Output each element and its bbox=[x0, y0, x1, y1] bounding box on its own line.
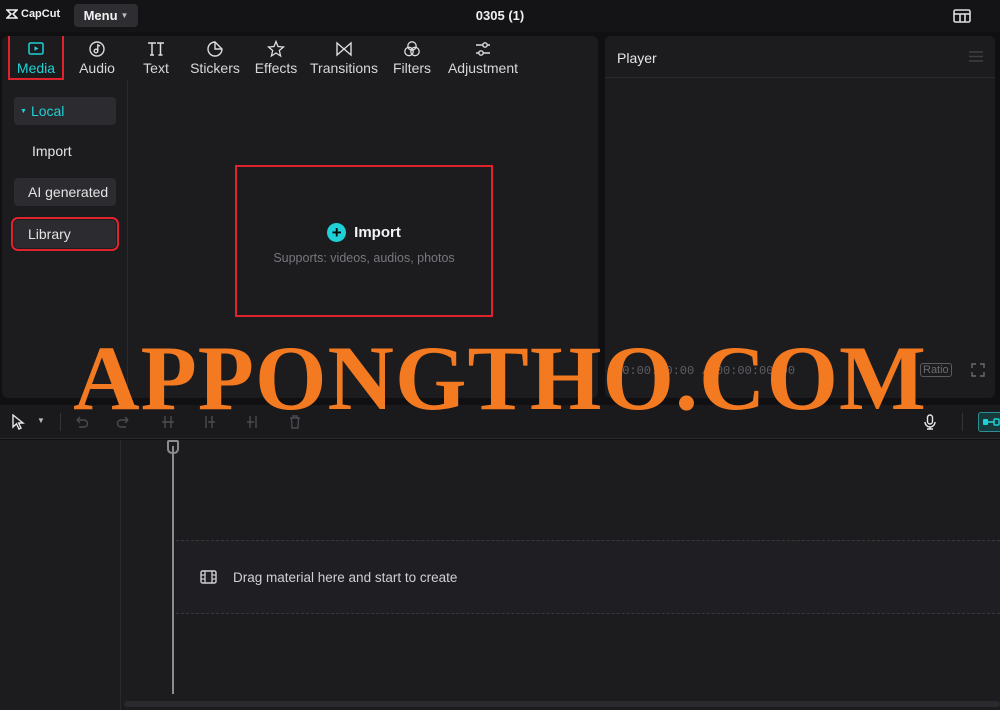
tab-adjustment[interactable]: Adjustment bbox=[440, 36, 526, 80]
tab-stickers[interactable]: Stickers bbox=[182, 36, 248, 80]
link-icon bbox=[983, 418, 1000, 426]
player-panel: Player 00:00:00:00 / 00:00:00:00 Ratio bbox=[605, 36, 995, 398]
horizontal-scrollbar[interactable] bbox=[124, 701, 1000, 707]
redo-icon[interactable] bbox=[116, 414, 132, 430]
import-supported-types: Supports: videos, audios, photos bbox=[273, 251, 455, 265]
brand-name: CapCut bbox=[21, 8, 61, 20]
tab-label: Filters bbox=[392, 60, 432, 76]
divider bbox=[962, 413, 963, 431]
tab-label: Adjustment bbox=[447, 60, 519, 76]
divider bbox=[60, 413, 61, 431]
sidebar-item-import[interactable]: Import bbox=[14, 137, 116, 165]
audio-icon bbox=[88, 40, 106, 58]
hamburger-menu-icon[interactable] bbox=[969, 51, 983, 62]
track-headers bbox=[0, 440, 121, 710]
microphone-icon[interactable] bbox=[922, 414, 938, 430]
player-title: Player bbox=[617, 50, 657, 66]
tab-audio[interactable]: Audio bbox=[64, 36, 130, 80]
ratio-button[interactable]: Ratio bbox=[920, 363, 952, 377]
menu-label: Menu bbox=[83, 8, 118, 23]
film-strip-icon bbox=[200, 570, 217, 584]
divider bbox=[605, 77, 995, 78]
layout-icon[interactable] bbox=[952, 8, 972, 24]
split-icon[interactable] bbox=[160, 414, 176, 430]
sidebar-item-ai-generated[interactable]: AI generated bbox=[14, 178, 116, 206]
text-icon bbox=[147, 40, 165, 58]
media-icon bbox=[27, 40, 45, 58]
import-dropzone[interactable]: + Import Supports: videos, audios, photo… bbox=[235, 165, 493, 317]
capcut-logo-icon bbox=[6, 9, 18, 19]
tab-label: Effects bbox=[254, 60, 298, 76]
transitions-icon bbox=[335, 40, 353, 58]
media-panel: Media Audio Text Stickers Effects Transi… bbox=[2, 36, 598, 398]
split-right-icon[interactable] bbox=[245, 414, 261, 430]
app-brand: CapCut bbox=[6, 8, 60, 20]
sidebar-item-label: Import bbox=[32, 143, 72, 159]
tab-filters[interactable]: Filters bbox=[384, 36, 440, 80]
tab-bar: Media Audio Text Stickers Effects Transi… bbox=[2, 36, 598, 80]
sidebar-item-local[interactable]: ▼ Local bbox=[14, 97, 116, 125]
project-title: 0305 (1) bbox=[475, 8, 525, 23]
link-toggle-button[interactable] bbox=[978, 412, 1000, 432]
timeline-drop-zone[interactable]: Drag material here and start to create bbox=[176, 540, 1000, 614]
timeline-toolbar: ▼ bbox=[0, 405, 1000, 439]
sidebar-item-label: AI generated bbox=[28, 184, 109, 200]
player-timecode: 00:00:00:00 / 00:00:00:00 bbox=[615, 364, 796, 378]
sidebar-item-library[interactable]: Library bbox=[11, 217, 119, 251]
timeline: Drag material here and start to create bbox=[0, 440, 1000, 710]
adjustment-icon bbox=[474, 40, 492, 58]
import-button[interactable]: + Import bbox=[327, 223, 401, 242]
filters-icon bbox=[403, 40, 421, 58]
tab-label: Media bbox=[16, 60, 56, 76]
tab-effects[interactable]: Effects bbox=[248, 36, 304, 80]
stickers-icon bbox=[206, 40, 224, 58]
import-label: Import bbox=[354, 224, 401, 241]
sidebar-item-label: Library bbox=[28, 226, 71, 242]
undo-icon[interactable] bbox=[73, 414, 89, 430]
effects-icon bbox=[267, 40, 285, 58]
select-cursor-icon[interactable] bbox=[10, 414, 26, 430]
drop-hint-text: Drag material here and start to create bbox=[233, 569, 458, 585]
sidebar-item-label: Local bbox=[30, 103, 65, 119]
delete-icon[interactable] bbox=[287, 414, 303, 430]
fullscreen-icon[interactable] bbox=[971, 363, 985, 377]
chevron-down-icon[interactable]: ▼ bbox=[37, 416, 45, 425]
tab-text[interactable]: Text bbox=[130, 36, 182, 80]
menu-button[interactable]: Menu ▼ bbox=[74, 4, 138, 27]
caret-down-icon: ▼ bbox=[20, 107, 27, 115]
split-left-icon[interactable] bbox=[201, 414, 217, 430]
chevron-down-icon: ▼ bbox=[120, 11, 129, 20]
tab-label: Text bbox=[143, 60, 169, 76]
media-sidebar: ▼ Local Import AI generated Library bbox=[2, 80, 128, 398]
playhead-line[interactable] bbox=[172, 446, 174, 694]
tab-label: Audio bbox=[79, 60, 115, 76]
tab-transitions[interactable]: Transitions bbox=[304, 36, 384, 80]
tab-label: Stickers bbox=[190, 60, 240, 76]
plus-icon: + bbox=[327, 223, 347, 242]
tab-media[interactable]: Media bbox=[8, 36, 64, 80]
title-bar: CapCut Menu ▼ 0305 (1) bbox=[0, 0, 1000, 32]
tab-label: Transitions bbox=[310, 60, 378, 76]
